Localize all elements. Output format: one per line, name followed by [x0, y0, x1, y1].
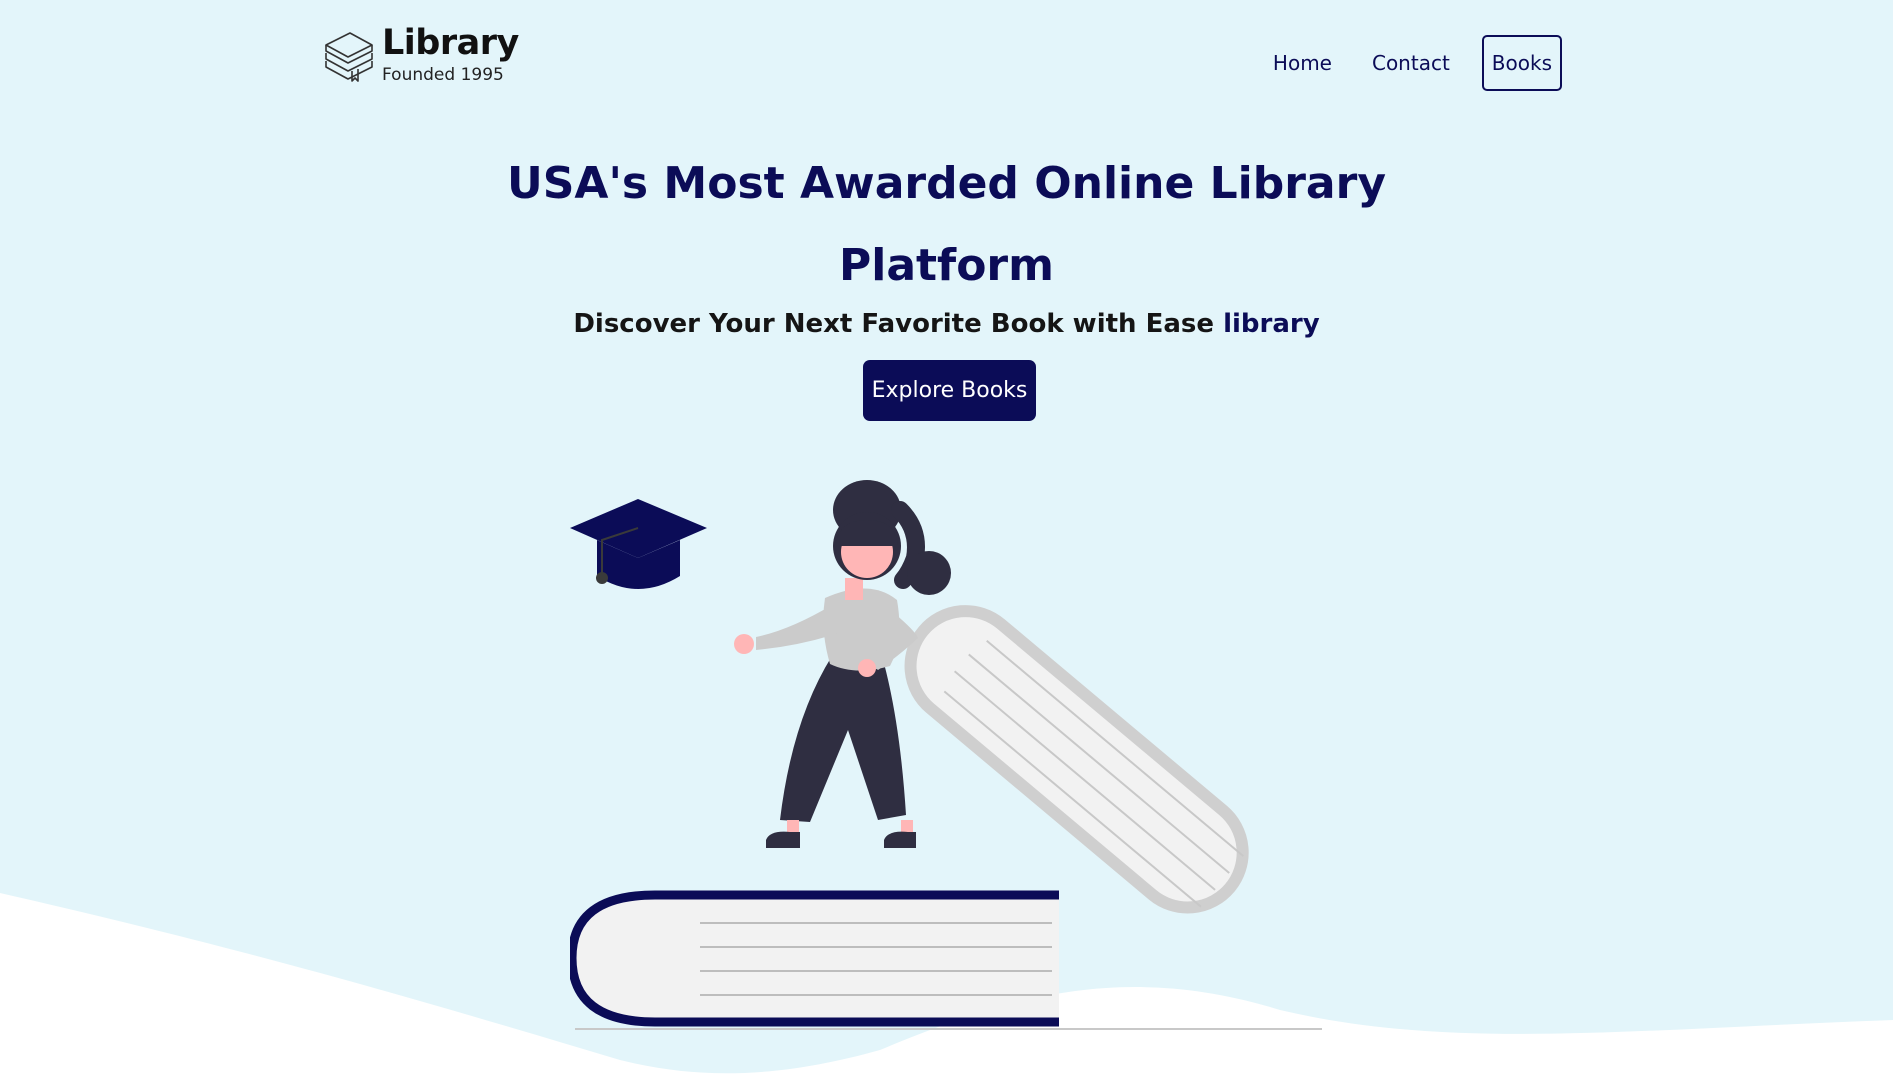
graduation-cap-icon: [570, 499, 707, 589]
hero-subline: Discover Your Next Favorite Book with Ea…: [0, 306, 1893, 342]
hero-subline-accent: library: [1223, 309, 1320, 339]
explore-books-button[interactable]: Explore Books: [863, 360, 1036, 421]
stacked-books-icon: [325, 32, 373, 82]
hero-subline-text: Discover Your Next Favorite Book with Ea…: [573, 309, 1215, 339]
main-nav: Home Contact Books: [1233, 35, 1562, 91]
hero-headline-line1: USA's Most Awarded Online Library: [506, 158, 1386, 209]
hero-headline-line2: Platform: [839, 240, 1054, 291]
brand-title: Library: [382, 23, 519, 63]
nav-contact[interactable]: Contact: [1372, 51, 1450, 75]
brand-logo[interactable]: Library Founded 1995: [322, 24, 519, 86]
hero-headline: USA's Most Awarded Online Library Platfo…: [0, 143, 1893, 307]
woman-on-books-illustration: [570, 480, 1322, 1030]
bottom-book: [570, 890, 1059, 1027]
nav-books[interactable]: Books: [1481, 35, 1562, 91]
brand-subtitle: Founded 1995: [382, 65, 504, 85]
leaning-book: [904, 605, 1249, 914]
nav-home[interactable]: Home: [1273, 51, 1332, 75]
